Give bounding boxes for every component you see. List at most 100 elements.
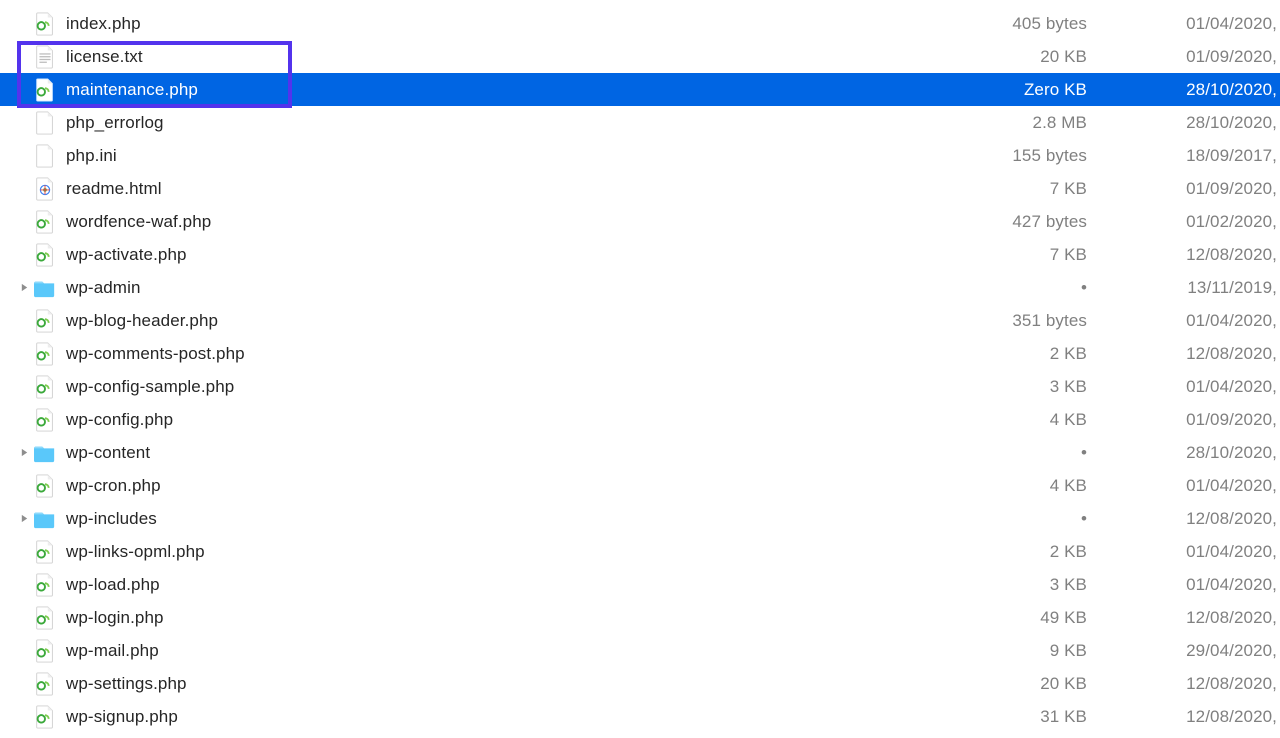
folder-file-icon [34,277,56,299]
file-name[interactable]: wp-blog-header.php [66,311,981,331]
file-size: 2.8 MB [981,113,1111,133]
file-date: 01/09/2020, [1111,179,1280,199]
file-size: 2 KB [981,344,1111,364]
file-row[interactable]: php_errorlog2.8 MB28/10/2020, [0,106,1280,139]
html-file-icon [34,178,56,200]
file-size: 155 bytes [981,146,1111,166]
file-name[interactable]: wp-config-sample.php [66,377,981,397]
file-size: • [981,509,1111,529]
php-file-icon [34,79,56,101]
file-name[interactable]: wp-load.php [66,575,981,595]
file-name[interactable]: php_errorlog [66,113,981,133]
file-name[interactable]: wp-links-opml.php [66,542,981,562]
file-size: 9 KB [981,641,1111,661]
file-date: 12/08/2020, [1111,245,1280,265]
file-size: 20 KB [981,674,1111,694]
file-row[interactable]: maintenance.phpZero KB28/10/2020, [0,73,1280,106]
file-name[interactable]: readme.html [66,179,981,199]
php-file-icon [34,640,56,662]
file-size: 3 KB [981,575,1111,595]
file-date: 28/10/2020, [1111,80,1280,100]
file-date: 01/04/2020, [1111,476,1280,496]
file-row[interactable]: wp-mail.php9 KB29/04/2020, [0,634,1280,667]
file-date: 13/11/2019, [1111,278,1280,298]
file-size: 7 KB [981,179,1111,199]
blank-file-icon [34,145,56,167]
php-file-icon [34,211,56,233]
file-row[interactable]: wp-signup.php31 KB12/08/2020, [0,700,1280,733]
file-name[interactable]: wp-activate.php [66,245,981,265]
file-date: 12/08/2020, [1111,509,1280,529]
file-row[interactable]: wp-blog-header.php351 bytes01/04/2020, [0,304,1280,337]
file-row[interactable]: wp-settings.php20 KB12/08/2020, [0,667,1280,700]
file-date: 01/09/2020, [1111,410,1280,430]
disclosure-triangle-icon[interactable] [16,514,32,523]
file-date: 01/04/2020, [1111,14,1280,34]
disclosure-triangle-icon[interactable] [16,448,32,457]
file-row[interactable]: wp-config.php4 KB01/09/2020, [0,403,1280,436]
file-date: 29/04/2020, [1111,641,1280,661]
file-row[interactable]: wordfence-waf.php427 bytes01/02/2020, [0,205,1280,238]
file-date: 12/08/2020, [1111,674,1280,694]
file-name[interactable]: wordfence-waf.php [66,212,981,232]
file-list: index.php405 bytes01/04/2020,license.txt… [0,0,1280,733]
file-row[interactable]: wp-config-sample.php3 KB01/04/2020, [0,370,1280,403]
file-row[interactable]: wp-content•28/10/2020, [0,436,1280,469]
php-file-icon [34,310,56,332]
file-name[interactable]: wp-cron.php [66,476,981,496]
file-date: 18/09/2017, [1111,146,1280,166]
file-size: 49 KB [981,608,1111,628]
file-name[interactable]: php.ini [66,146,981,166]
file-size: 4 KB [981,410,1111,430]
file-date: 28/10/2020, [1111,443,1280,463]
file-date: 01/04/2020, [1111,311,1280,331]
file-row[interactable]: wp-admin•13/11/2019, [0,271,1280,304]
file-row[interactable]: php.ini155 bytes18/09/2017, [0,139,1280,172]
file-name[interactable]: wp-settings.php [66,674,981,694]
file-size: Zero KB [981,80,1111,100]
file-date: 01/04/2020, [1111,542,1280,562]
file-row[interactable]: wp-includes•12/08/2020, [0,502,1280,535]
folder-file-icon [34,442,56,464]
folder-file-icon [34,508,56,530]
php-file-icon [34,244,56,266]
file-name[interactable]: wp-comments-post.php [66,344,981,364]
file-size: 7 KB [981,245,1111,265]
file-name[interactable]: wp-signup.php [66,707,981,727]
file-row[interactable]: license.txt20 KB01/09/2020, [0,40,1280,73]
file-name[interactable]: wp-includes [66,509,981,529]
file-name[interactable]: wp-admin [66,278,981,298]
file-name[interactable]: wp-content [66,443,981,463]
file-row[interactable]: wp-cron.php4 KB01/04/2020, [0,469,1280,502]
file-size: 3 KB [981,377,1111,397]
file-date: 01/04/2020, [1111,377,1280,397]
file-size: 427 bytes [981,212,1111,232]
file-row[interactable]: wp-load.php3 KB01/04/2020, [0,568,1280,601]
file-row[interactable]: index.php405 bytes01/04/2020, [0,7,1280,40]
file-row[interactable]: wp-login.php49 KB12/08/2020, [0,601,1280,634]
txt-file-icon [34,46,56,68]
file-date: 12/08/2020, [1111,707,1280,727]
file-date: 01/02/2020, [1111,212,1280,232]
php-file-icon [34,409,56,431]
file-name[interactable]: license.txt [66,47,981,67]
php-file-icon [34,475,56,497]
file-row[interactable]: readme.html7 KB01/09/2020, [0,172,1280,205]
file-row[interactable]: wp-activate.php7 KB12/08/2020, [0,238,1280,271]
file-size: 31 KB [981,707,1111,727]
file-row[interactable]: wp-comments-post.php2 KB12/08/2020, [0,337,1280,370]
php-file-icon [34,607,56,629]
file-name[interactable]: index.php [66,14,981,34]
file-name[interactable]: wp-mail.php [66,641,981,661]
php-file-icon [34,343,56,365]
file-name[interactable]: maintenance.php [66,80,981,100]
disclosure-triangle-icon[interactable] [16,283,32,292]
file-row[interactable]: wp-links-opml.php2 KB01/04/2020, [0,535,1280,568]
file-size: 351 bytes [981,311,1111,331]
file-size: 405 bytes [981,14,1111,34]
file-date: 01/09/2020, [1111,47,1280,67]
file-name[interactable]: wp-login.php [66,608,981,628]
file-date: 12/08/2020, [1111,608,1280,628]
file-name[interactable]: wp-config.php [66,410,981,430]
php-file-icon [34,376,56,398]
